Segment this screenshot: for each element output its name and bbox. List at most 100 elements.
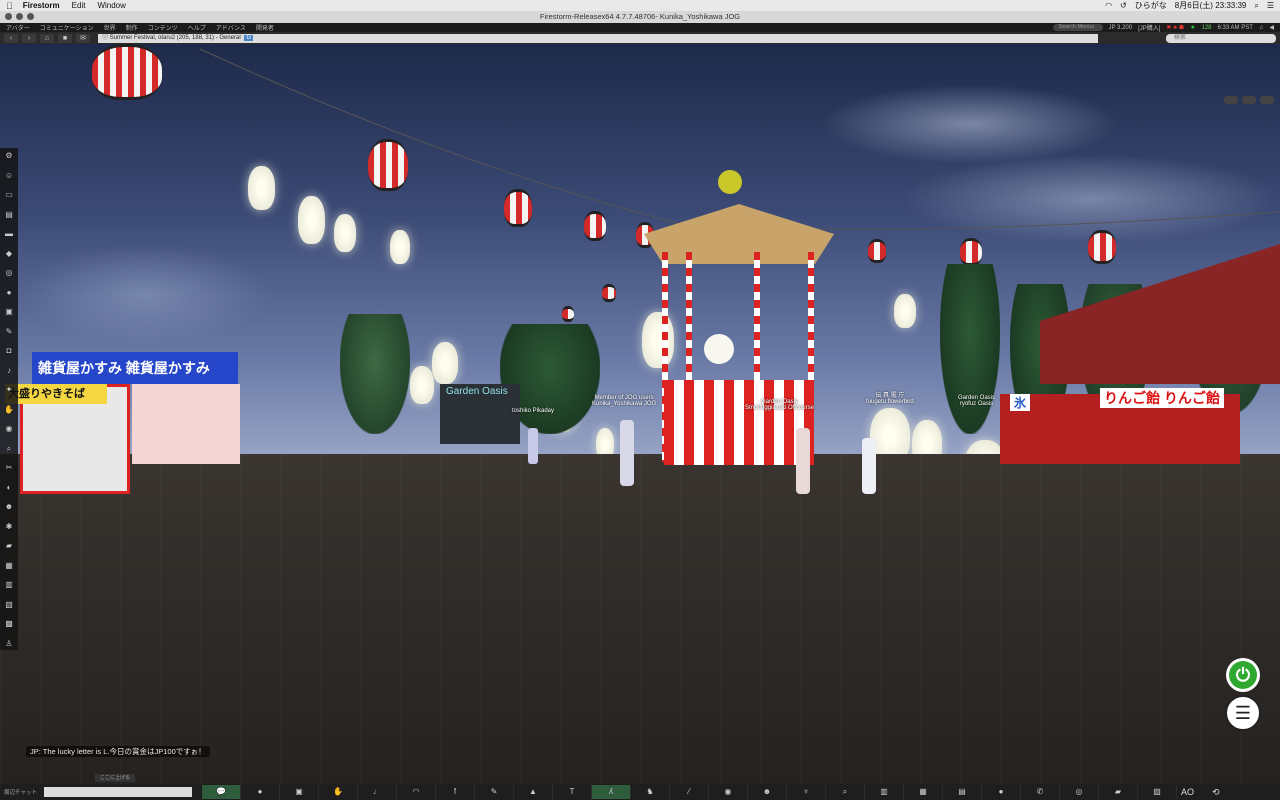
sync-icon[interactable]: ⟲ [1212,787,1220,798]
search-menus-input[interactable]: Search Menus [1052,24,1103,31]
search-input[interactable]: 検索 [1166,33,1276,43]
location-pin-icon[interactable]: ● [3,287,15,299]
people-icon[interactable]: ☻ [3,501,15,513]
movement-icon[interactable] [1260,96,1274,104]
text-icon[interactable]: T [553,785,592,799]
avatar-figure[interactable] [862,438,876,494]
fly-icon[interactable]: ʎ [592,785,631,799]
document-icon[interactable]: ▧ [3,599,15,611]
snapshot-icon[interactable]: ◘ [3,345,15,357]
calendar-icon[interactable]: ▩ [3,618,15,630]
profile-icon[interactable]: ▬ [3,228,15,240]
build-icon[interactable]: ✎ [3,326,15,338]
menu-advanced[interactable]: アドバンス [216,23,246,32]
apple-icon[interactable]:  [6,1,13,11]
spotlight-icon[interactable]: ⌕ [1254,1,1258,11]
search-icon[interactable]: ⌕ [3,443,15,455]
voice-icon[interactable]: ✋ [319,785,358,799]
place-icon[interactable]: ● [982,785,1021,799]
phone-icon[interactable]: ✆ [1021,785,1060,799]
pencil-icon[interactable]: ✎ [475,785,514,799]
avatar-figure[interactable] [796,428,810,494]
gesture-icon[interactable]: ✋ [3,404,15,416]
speech-icon[interactable]: ● [241,785,280,799]
speak-icon[interactable]: ◐ [3,482,15,494]
chat-history-tab[interactable]: ここに上げる [95,774,135,782]
conversations-icon[interactable]: ▤ [3,209,15,221]
chat-bubble-icon[interactable]: 💬 [202,785,241,799]
mail-icon[interactable]: ✉ [76,33,90,43]
inventory-icon[interactable]: ▣ [3,306,15,318]
world-viewport[interactable]: 雑貨屋かすみ 雑貨屋かすみ 大盛りやきそば Garden Oasis りんご飴 … [0,44,1280,784]
minimap-icon[interactable] [1224,96,1238,104]
group-icon[interactable]: ☻ [748,785,787,799]
menu-list-button[interactable]: ☰ [1225,695,1261,731]
input-method[interactable]: ひらがな [1135,0,1167,11]
settings-icon[interactable]: ✱ [3,521,15,533]
window-menu[interactable]: Window [97,1,125,10]
landmark-button[interactable]: ■ [58,33,72,43]
book-icon[interactable]: ▤ [943,785,982,799]
lock-icon[interactable]: ▲ [514,785,553,799]
search-icon[interactable]: ⌕ [826,785,865,799]
edit-menu[interactable]: Edit [72,1,86,10]
menu-build[interactable]: 制作 [126,23,138,32]
minimize-window-button[interactable] [16,13,23,20]
avatar-figure[interactable] [620,420,634,486]
notification-center-icon[interactable]: ☰ [1267,1,1274,10]
menu-world[interactable]: 世界 [104,23,116,32]
walk-icon[interactable]: ✦ [3,384,15,396]
forward-button[interactable]: › [22,33,36,43]
avatar-nametag[interactable]: Garden Oasis ryofuz Oasis [958,395,995,407]
menu-help[interactable]: ヘルプ [188,23,206,32]
zoom-window-button[interactable] [27,13,34,20]
run-icon[interactable]: ♞ [631,785,670,799]
eye-icon[interactable]: ◉ [709,785,748,799]
inventory-icon[interactable]: ▨ [1138,785,1177,799]
menu-developer[interactable]: 開発者 [256,23,274,32]
snapshot-icon[interactable]: ▰ [1099,785,1138,799]
camera-icon[interactable] [1242,96,1256,104]
time-machine-icon[interactable]: ↺ [1120,1,1127,10]
map-icon[interactable]: ▥ [865,785,904,799]
info-icon[interactable]: ⓘ [102,35,110,41]
menu-communicate[interactable]: コミュニケーション [40,23,94,32]
close-window-button[interactable] [5,13,12,20]
microphone-icon[interactable]: ♩ [358,785,397,799]
avatar-nametag[interactable]: Member of JOG users Kunika_Yoshikawa JOG [592,395,656,407]
ao-button[interactable]: AO [1181,787,1194,797]
outfit-icon[interactable]: ▦ [3,560,15,572]
headset-icon[interactable]: ◠ [397,785,436,799]
person-icon[interactable]: ♙ [3,638,15,650]
back-button[interactable]: ‹ [4,33,18,43]
media-icon[interactable]: ♫ [1259,25,1264,31]
chat-icon[interactable]: ▭ [3,189,15,201]
facebook-icon[interactable]: f [436,785,475,799]
wand-icon[interactable]: ⁄ [670,785,709,799]
buy-currency-button[interactable]: [JP購入] [1138,23,1160,32]
wifi-icon[interactable]: ◠ [1105,1,1112,10]
app-menu[interactable]: Firestorm [23,1,60,10]
avatar-nametag[interactable]: 伝 具 電 庁 fuugetu flowerbird [866,390,914,405]
contacts-icon[interactable]: ▣ [280,785,319,799]
nearby-chat-label[interactable]: 周辺チャット [4,788,44,796]
landmarks-icon[interactable]: ◆ [3,248,15,260]
chat-input[interactable] [44,787,192,797]
avatar-icon[interactable]: ☺ [3,170,15,182]
menu-content[interactable]: コンテンツ [148,23,178,32]
menu-avatar[interactable]: アバター [6,23,30,32]
status-icons[interactable]: ✖ ♣ ☗ [1166,24,1184,31]
avatar-figure[interactable] [528,428,538,464]
world-map-icon[interactable]: ◎ [3,267,15,279]
preferences-icon[interactable]: ⚙ [3,150,15,162]
menu-clock[interactable]: 8月6日(土) 23:33:39 [1175,0,1247,11]
shirt-icon[interactable]: ♆ [787,785,826,799]
location-input[interactable]: ⓘ Summer Festival, otaru2 (205, 188, 31)… [98,33,1098,43]
media-icon[interactable]: ♪ [3,365,15,377]
avatar-nametag[interactable]: toshiko Pikaday [512,408,554,414]
camera-icon[interactable]: ▰ [3,540,15,552]
volume-icon[interactable]: ◀ [1269,24,1274,31]
sound-icon[interactable]: ◉ [3,423,15,435]
minimap-icon[interactable]: ▦ [904,785,943,799]
notecard-icon[interactable]: ▥ [3,579,15,591]
